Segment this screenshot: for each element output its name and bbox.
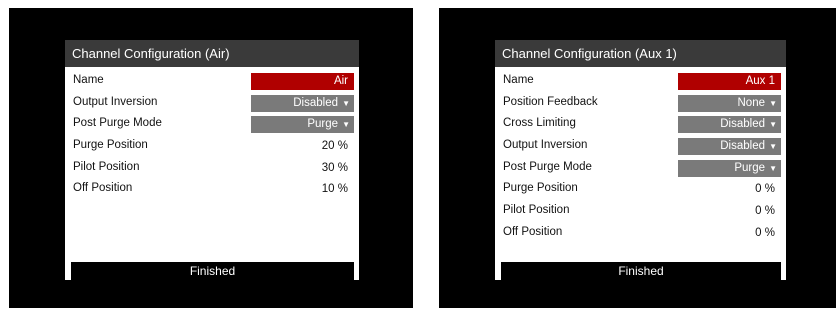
row-label: Pilot Position — [503, 204, 570, 217]
dropdown-arrow-icon: ▼ — [342, 98, 350, 108]
post-purge-mode-dropdown[interactable]: Purge ▼ — [251, 116, 354, 134]
row-label: Output Inversion — [503, 139, 588, 152]
row-output-inversion[interactable]: Output Inversion Disabled ▼ — [495, 136, 786, 158]
channel-config-dialog-air: Channel Configuration (Air) Name Air Out… — [65, 40, 359, 280]
row-purge-position[interactable]: Purge Position 20 % — [65, 136, 359, 158]
dropdown-arrow-icon: ▼ — [342, 120, 350, 130]
purge-position-value[interactable]: 0 % — [678, 181, 781, 198]
output-inversion-dropdown[interactable]: Disabled ▼ — [251, 94, 354, 112]
dropdown-arrow-icon: ▼ — [769, 120, 777, 130]
name-field[interactable]: Aux 1 — [678, 73, 781, 90]
row-label: Off Position — [73, 182, 133, 195]
row-label: Purge Position — [73, 139, 148, 152]
row-label: Position Feedback — [503, 95, 598, 108]
row-position-feedback[interactable]: Position Feedback None ▼ — [495, 93, 786, 115]
row-label: Post Purge Mode — [73, 117, 162, 130]
row-off-position[interactable]: Off Position 10 % — [65, 179, 359, 201]
off-position-value[interactable]: 0 % — [678, 225, 781, 242]
row-label: Post Purge Mode — [503, 160, 592, 173]
name-field[interactable]: Air — [251, 73, 354, 90]
dropdown-value: Disabled — [720, 118, 765, 131]
dropdown-value: None — [737, 96, 766, 109]
dialog-title: Channel Configuration (Aux 1) — [495, 40, 786, 67]
row-pilot-position[interactable]: Pilot Position 30 % — [65, 158, 359, 180]
row-purge-position[interactable]: Purge Position 0 % — [495, 179, 786, 201]
row-pilot-position[interactable]: Pilot Position 0 % — [495, 201, 786, 223]
dropdown-value: Purge — [307, 118, 338, 131]
dropdown-arrow-icon: ▼ — [769, 142, 777, 152]
finished-button[interactable]: Finished — [71, 262, 354, 280]
dropdown-value: Disabled — [293, 96, 338, 109]
settings-list: Name Air Output Inversion Disabled ▼ Post… — [65, 67, 359, 201]
dropdown-arrow-icon: ▼ — [769, 98, 777, 108]
pilot-position-value[interactable]: 30 % — [251, 160, 354, 177]
cross-limiting-dropdown[interactable]: Disabled ▼ — [678, 116, 781, 134]
output-inversion-dropdown[interactable]: Disabled ▼ — [678, 138, 781, 156]
purge-position-value[interactable]: 20 % — [251, 138, 354, 155]
row-label: Off Position — [503, 225, 563, 238]
row-post-purge-mode[interactable]: Post Purge Mode Purge ▼ — [495, 158, 786, 180]
row-label: Purge Position — [503, 182, 578, 195]
finished-button[interactable]: Finished — [501, 262, 781, 280]
pilot-position-value[interactable]: 0 % — [678, 203, 781, 220]
row-label: Output Inversion — [73, 95, 158, 108]
position-feedback-dropdown[interactable]: None ▼ — [678, 94, 781, 112]
dropdown-arrow-icon: ▼ — [769, 163, 777, 173]
row-label: Pilot Position — [73, 160, 140, 173]
row-name[interactable]: Name Air — [65, 71, 359, 93]
row-cross-limiting[interactable]: Cross Limiting Disabled ▼ — [495, 114, 786, 136]
dialog-title: Channel Configuration (Air) — [65, 40, 359, 67]
row-off-position[interactable]: Off Position 0 % — [495, 223, 786, 245]
post-purge-mode-dropdown[interactable]: Purge ▼ — [678, 159, 781, 177]
channel-config-dialog-aux1: Channel Configuration (Aux 1) Name Aux 1… — [495, 40, 786, 280]
row-label: Name — [503, 74, 534, 86]
dropdown-value: Purge — [734, 161, 765, 174]
row-label: Name — [73, 74, 104, 86]
left-screen: Channel Configuration (Air) Name Air Out… — [9, 8, 413, 308]
row-output-inversion[interactable]: Output Inversion Disabled ▼ — [65, 93, 359, 115]
off-position-value[interactable]: 10 % — [251, 181, 354, 198]
row-name[interactable]: Name Aux 1 — [495, 71, 786, 93]
dropdown-value: Disabled — [720, 140, 765, 153]
right-screen: Channel Configuration (Aux 1) Name Aux 1… — [439, 8, 836, 308]
row-label: Cross Limiting — [503, 117, 576, 130]
row-post-purge-mode[interactable]: Post Purge Mode Purge ▼ — [65, 114, 359, 136]
settings-list: Name Aux 1 Position Feedback None ▼ Cross… — [495, 67, 786, 245]
